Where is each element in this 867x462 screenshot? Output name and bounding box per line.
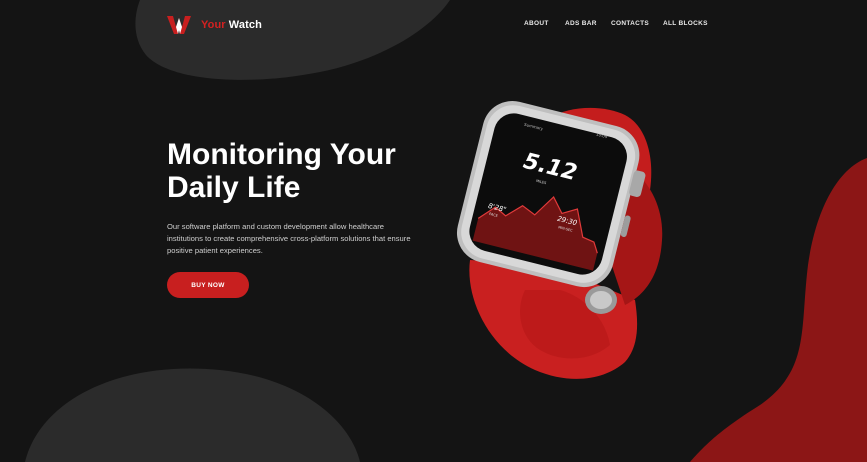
main-nav: ABOUT ADS BAR CONTACTS ALL BLOCKS (0, 20, 867, 32)
nav-item-contacts[interactable]: CONTACTS (611, 20, 649, 27)
buy-now-button[interactable]: BUY NOW (167, 272, 249, 298)
hero-title-line2: Daily Life (167, 171, 301, 204)
header: Your Watch ABOUT ADS BAR CONTACTS ALL BL… (0, 0, 867, 50)
nav-item-about[interactable]: ABOUT (524, 20, 549, 27)
smartwatch-image (456, 100, 663, 379)
background-shapes (25, 0, 867, 462)
hero-title: Monitoring Your Daily Life (167, 138, 437, 204)
right-red-blob (690, 158, 867, 462)
bottom-blob (25, 368, 360, 462)
nav-item-all-blocks[interactable]: ALL BLOCKS (663, 20, 708, 27)
hero-description: Our software platform and custom develop… (167, 222, 411, 255)
nav-item-ads-bar[interactable]: ADS BAR (565, 20, 597, 27)
hero-title-line1: Monitoring Your (167, 138, 396, 171)
